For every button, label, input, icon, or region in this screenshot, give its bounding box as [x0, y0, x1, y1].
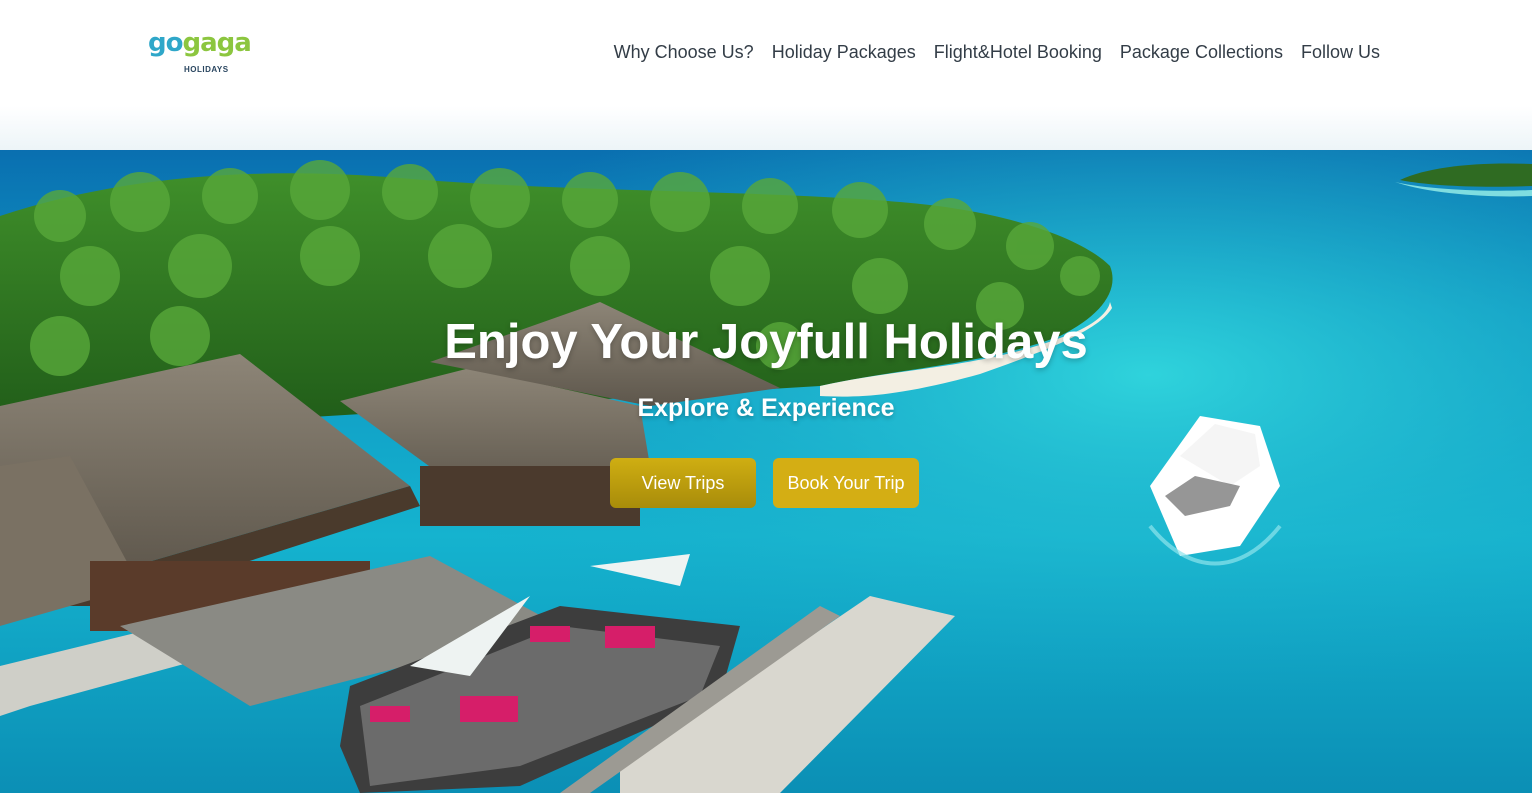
nav-flight-hotel-booking[interactable]: Flight&Hotel Booking — [934, 40, 1102, 64]
nav-package-collections[interactable]: Package Collections — [1120, 40, 1283, 64]
book-your-trip-button[interactable]: Book Your Trip — [773, 458, 919, 508]
hero-subtitle: Explore & Experience — [637, 394, 895, 422]
hero-title: Enjoy Your Joyfull Holidays — [444, 315, 1088, 369]
nav-why-choose-us[interactable]: Why Choose Us? — [614, 40, 754, 64]
logo-subtext: HOLIDAYS — [184, 65, 229, 74]
site-header: gogaga HOLIDAYS Why Choose Us? Holiday P… — [0, 0, 1532, 106]
hero-background-image — [0, 106, 1532, 793]
logo-wordmark-part-1: go — [148, 28, 183, 58]
nav-holiday-packages[interactable]: Holiday Packages — [772, 40, 916, 64]
logo-wordmark-part-2: gaga — [182, 28, 251, 58]
hero-banner: Enjoy Your Joyfull Holidays Explore & Ex… — [0, 106, 1532, 793]
logo-wordmark: gogaga — [148, 28, 252, 58]
gogaga-logo[interactable]: gogaga HOLIDAYS — [148, 28, 252, 78]
main-nav: Why Choose Us? Holiday Packages Flight&H… — [614, 40, 1380, 64]
view-trips-button[interactable]: View Trips — [610, 458, 756, 508]
nav-follow-us[interactable]: Follow Us — [1301, 40, 1380, 64]
